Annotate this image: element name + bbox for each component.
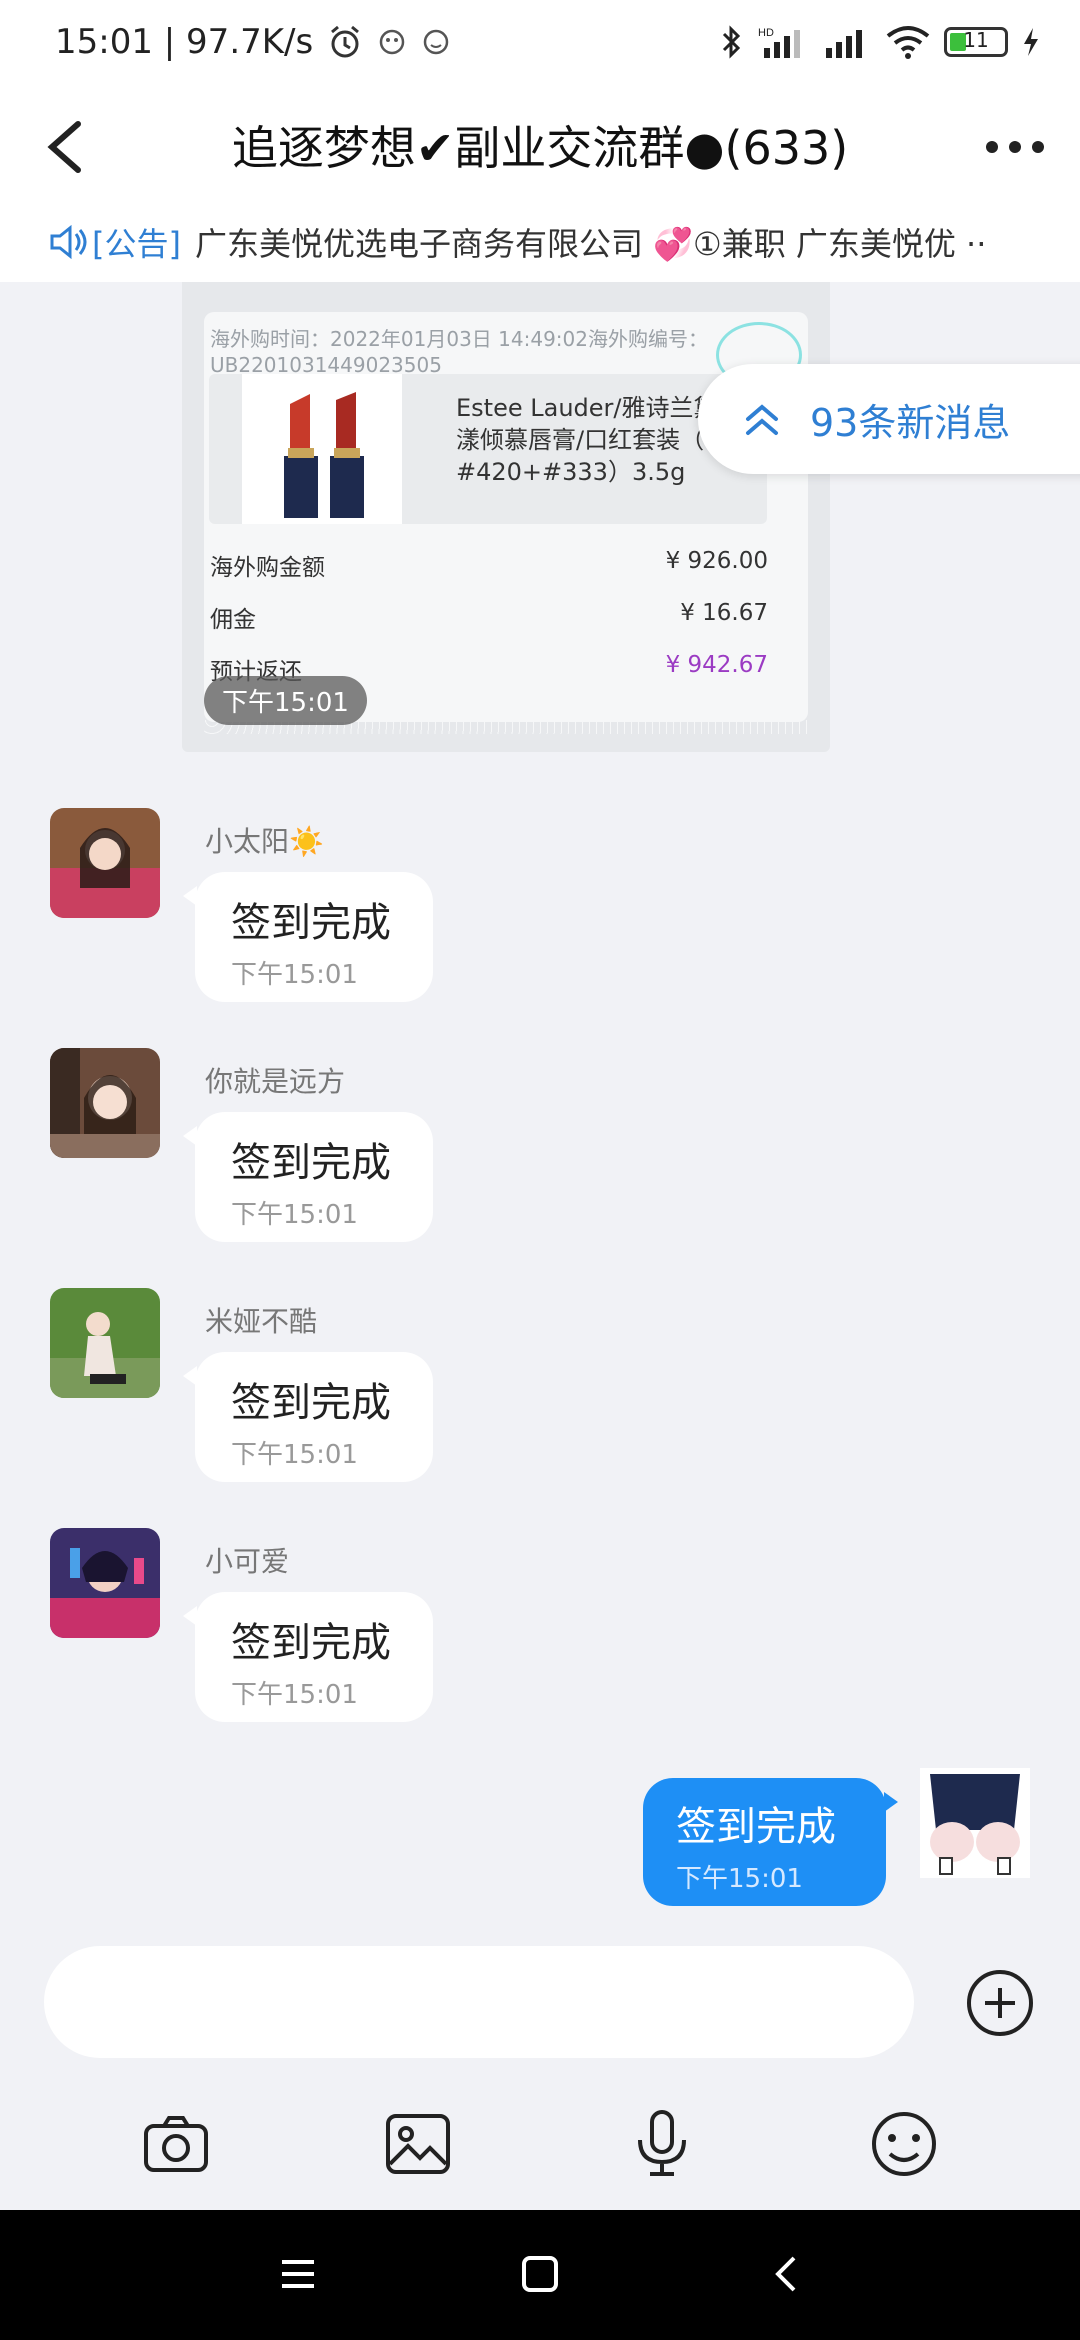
emoji-icon[interactable] [868,2108,940,2180]
battery-level: 11 [963,28,989,52]
message-input[interactable] [44,1946,914,2058]
input-toolbar [0,2090,1080,2210]
camera-icon[interactable] [140,2108,212,2180]
sender-name: 米娅不酷 [205,1305,318,1338]
message-bubble[interactable]: 签到完成 下午15:01 [183,1592,433,1722]
message-time: 下午15:01 [231,960,358,990]
system-nav-bar [0,2210,1080,2340]
commission-row: 佣金 ¥ 16.67 [210,600,768,634]
bluetooth-icon [722,25,741,59]
plus-icon[interactable] [965,1968,1035,2038]
message-time: 下午15:01 [231,1440,358,1470]
message-bubble[interactable]: 签到完成 下午15:01 [183,1112,433,1242]
app-notification-icon-2 [423,29,449,55]
announcement-text: 广东美悦优选电子商务有限公司 💞①兼职 广东美悦优 ·· [194,225,987,263]
my-message-text: 签到完成 [676,1804,836,1850]
announcement-tag: [公告] [92,225,181,263]
battery-indicator: 11 [944,27,1008,57]
message-text: 签到完成 [231,1140,391,1186]
my-avatar[interactable] [920,1768,1030,1878]
avatar[interactable] [50,1048,160,1158]
chat-title: 追逐梦想✔副业交流群●(633) [231,121,849,175]
image-icon[interactable] [382,2108,454,2180]
commission-value: ¥ 16.67 [680,600,768,626]
product-image [242,374,402,524]
status-time-speed: 15:01 | 97.7K/s [55,22,314,62]
message-bubble[interactable]: 签到完成 下午15:01 [183,1352,433,1482]
lipstick-icon [284,392,364,518]
microphone-icon[interactable] [626,2108,698,2180]
double-chevron-up-icon [746,404,778,435]
avatar[interactable] [50,808,160,918]
signal-icon [826,30,862,58]
more-icon[interactable] [980,122,1050,172]
my-message-bubble[interactable]: 签到完成 下午15:01 [643,1778,898,1906]
my-message-time: 下午15:01 [676,1864,803,1894]
order-meta: 海外购时间：2022年01月03日 14:49:02海外购编号： UB22010… [210,326,708,378]
status-left: 15:01 | 97.7K/s [55,22,451,62]
message-text: 签到完成 [231,900,391,946]
wifi-icon [886,26,930,59]
message-text: 签到完成 [231,1380,391,1426]
amount-value: ¥ 926.00 [665,548,768,574]
new-messages-label: 93条新消息 [810,400,1011,445]
order-card-body: 海外购时间：2022年01月03日 14:49:02海外购编号： UB22010… [204,312,808,722]
card-time-chip: 下午15:01 [204,676,367,725]
new-messages-button[interactable]: 93条新消息 [698,364,1080,474]
message-bubble[interactable]: 签到完成 下午15:01 [183,872,433,1002]
avatar[interactable] [50,1528,160,1638]
status-right: HD 11 [720,24,1040,60]
message-time: 下午15:01 [231,1200,358,1230]
product-box: Estee Lauder/雅诗兰黛花漾倾慕唇膏/口红套装（ #420+#333）… [209,374,767,524]
return-value: ¥ 942.67 [665,652,768,678]
status-bar: 15:01 | 97.7K/s HD 11 [0,0,1080,92]
menu-icon[interactable] [276,2252,320,2296]
message-time: 下午15:01 [231,1680,358,1710]
sender-name: 小太阳☀️ [205,825,324,858]
speaker-icon [50,224,87,260]
avatar[interactable] [50,1288,160,1398]
commission-label: 佣金 [210,607,256,633]
chat-header: 追逐梦想✔副业交流群●(633) [0,92,1080,202]
app-notification-icon [379,29,405,55]
amount-label: 海外购金额 [210,555,325,581]
message-text: 签到完成 [231,1620,391,1666]
sender-name: 你就是远方 [205,1065,346,1098]
announcement-bar[interactable]: [公告] 广东美悦优选电子商务有限公司 💞①兼职 广东美悦优 ·· [0,202,1080,282]
signal-hd-icon: HD [758,27,800,58]
sender-name: 小可爱 [205,1545,290,1578]
home-icon[interactable] [518,2252,562,2296]
amount-row: 海外购金额 ¥ 926.00 [210,548,768,582]
back-icon[interactable] [38,112,98,182]
alarm-icon [331,25,360,58]
back-nav-icon[interactable] [766,2252,810,2296]
svg-text:HD: HD [758,27,774,39]
charging-icon [1024,28,1038,56]
order-meta-line1: 海外购时间：2022年01月03日 14:49:02海外购编号： [210,327,708,351]
